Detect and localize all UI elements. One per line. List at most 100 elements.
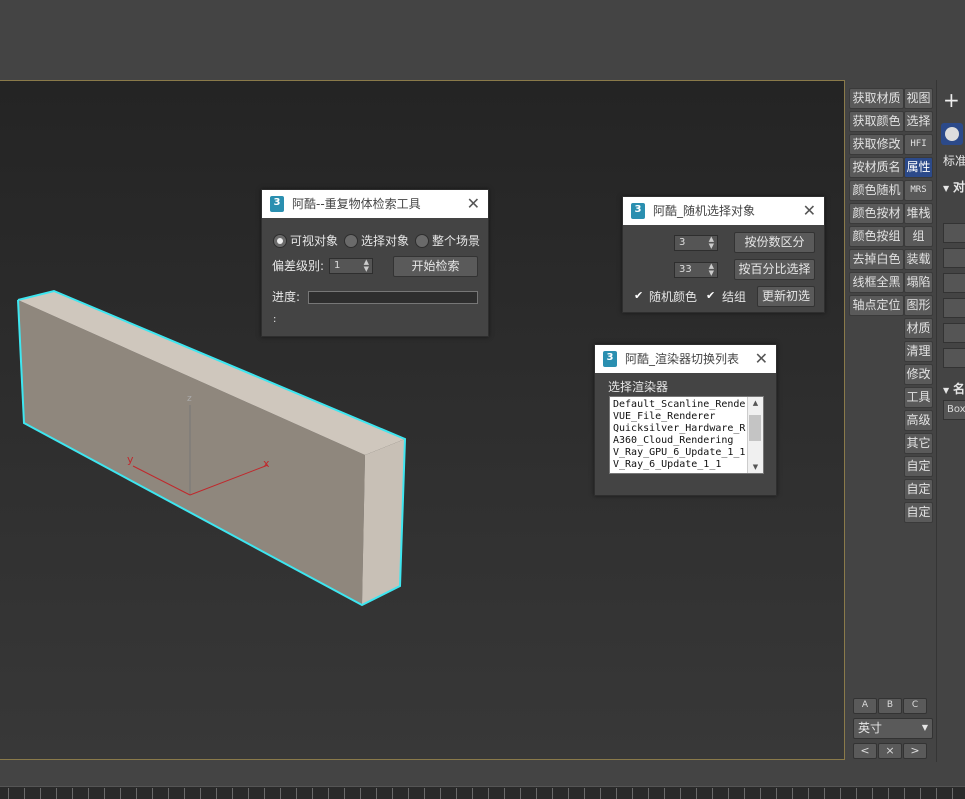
timeline-tick: [936, 788, 937, 799]
tab-custom-3[interactable]: 自定: [904, 502, 933, 523]
spinner-arrows-icon[interactable]: ▲ ▼: [709, 263, 714, 277]
tab-shape[interactable]: 图形: [904, 295, 933, 316]
command-panel-button-2[interactable]: [943, 248, 965, 268]
tab-advanced[interactable]: 高级: [904, 410, 933, 431]
group-checkbox[interactable]: ✔: [706, 290, 717, 301]
tab-hfi[interactable]: HFI: [904, 134, 933, 155]
rollout-object-type[interactable]: ▼ 对: [943, 178, 965, 195]
count-spinner[interactable]: 3 ▲ ▼: [674, 235, 718, 251]
timeline-tick: [232, 788, 233, 799]
status-text: :: [273, 314, 277, 325]
timeline-tick: [920, 788, 921, 799]
timeline-tick: [344, 788, 345, 799]
spinner-arrows-icon[interactable]: ▲ ▼: [709, 236, 714, 250]
scroll-thumb[interactable]: [749, 415, 761, 441]
dialog-title-bar[interactable]: 3 阿酷--重复物体检索工具 ✕: [262, 190, 488, 218]
geometry-sphere-icon[interactable]: [941, 123, 963, 145]
box-front-face[interactable]: [18, 300, 365, 605]
timeline-tick: [728, 788, 729, 799]
create-plus-icon[interactable]: +: [943, 88, 960, 112]
radio-whole-scene[interactable]: [415, 234, 429, 248]
select-by-percent-button[interactable]: 按百分比选择: [734, 259, 815, 280]
duplicate-search-dialog: 3 阿酷--重复物体检索工具 ✕ 可视对象 选择对象 整个场景 偏差级别: 1 …: [261, 189, 489, 337]
next-button[interactable]: >: [903, 743, 927, 759]
object-name-input[interactable]: Box: [943, 400, 965, 420]
get-color-button[interactable]: 获取颜色: [849, 111, 904, 132]
tolerance-spinner[interactable]: 1 ▲ ▼: [329, 258, 373, 274]
start-search-button[interactable]: 开始检索: [393, 256, 478, 277]
tab-collapse[interactable]: 塌陷: [904, 272, 933, 293]
percent-spinner[interactable]: 33 ▲ ▼: [674, 262, 718, 278]
radio-visible-objects[interactable]: [273, 234, 287, 248]
tab-load[interactable]: 装载: [904, 249, 933, 270]
timeline-tick: [360, 788, 361, 799]
timeline-ruler[interactable]: [0, 786, 965, 799]
close-all-button[interactable]: ×: [878, 743, 902, 759]
get-modifier-button[interactable]: 获取修改: [849, 134, 904, 155]
command-panel-button-3[interactable]: [943, 273, 965, 293]
gizmo-y-label: y: [127, 453, 134, 466]
command-panel-button-1[interactable]: [943, 223, 965, 243]
dialog-title-bar[interactable]: 3 阿酷_渲染器切换列表 ✕: [595, 345, 776, 373]
random-color-checkbox[interactable]: ✔: [634, 290, 645, 301]
unit-dropdown[interactable]: 英寸 ▼: [853, 718, 933, 739]
timeline-tick: [584, 788, 585, 799]
tab-properties[interactable]: 属性: [904, 157, 933, 178]
timeline-tick: [24, 788, 25, 799]
tab-stack[interactable]: 堆栈: [904, 203, 933, 224]
close-icon[interactable]: ✕: [467, 190, 480, 218]
pivot-position-button[interactable]: 轴点定位: [849, 295, 904, 316]
timeline-tick: [840, 788, 841, 799]
dialog-title-bar[interactable]: 3 阿酷_随机选择对象 ✕: [623, 197, 824, 225]
command-panel-button-5[interactable]: [943, 323, 965, 343]
standard-primitives-label[interactable]: 标准: [943, 152, 965, 169]
list-item[interactable]: A360_Cloud_Rendering: [613, 435, 733, 447]
rollout-object-type-label: 对: [952, 180, 965, 194]
command-panel-button-6[interactable]: [943, 348, 965, 368]
command-panel-button-4[interactable]: [943, 298, 965, 318]
listbox-scrollbar[interactable]: ▲ ▼: [747, 397, 763, 473]
close-icon[interactable]: ✕: [803, 197, 816, 225]
close-icon[interactable]: ✕: [755, 345, 768, 373]
list-item[interactable]: VUE_File_Renderer: [613, 411, 715, 423]
by-material-name-button[interactable]: 按材质名: [849, 157, 904, 178]
refresh-selection-button[interactable]: 更新初选: [757, 286, 815, 307]
list-item[interactable]: Quicksilver_Hardware_R: [613, 423, 745, 435]
tab-view[interactable]: 视图: [904, 88, 933, 109]
color-by-material-button[interactable]: 颜色按材: [849, 203, 904, 224]
list-item[interactable]: V_Ray_6_Update_1_1: [613, 459, 721, 471]
wireframe-black-button[interactable]: 线框全黑: [849, 272, 904, 293]
get-material-button[interactable]: 获取材质: [849, 88, 904, 109]
tab-modify[interactable]: 修改: [904, 364, 933, 385]
gizmo-x-label: x: [263, 457, 270, 470]
tab-custom-2[interactable]: 自定: [904, 479, 933, 500]
scroll-down-icon[interactable]: ▼: [748, 461, 763, 473]
tab-mrs[interactable]: MRS: [904, 180, 933, 201]
scroll-up-icon[interactable]: ▲: [748, 397, 763, 409]
prev-button[interactable]: <: [853, 743, 877, 759]
progress-label: 进度:: [272, 290, 301, 304]
preset-a-button[interactable]: A: [853, 698, 877, 714]
tab-other[interactable]: 其它: [904, 433, 933, 454]
rollout-name-color[interactable]: ▼ 名: [943, 380, 965, 397]
renderer-listbox[interactable]: Default_Scanline_Rende VUE_File_Renderer…: [609, 396, 764, 474]
random-color-button[interactable]: 颜色随机: [849, 180, 904, 201]
tab-tools[interactable]: 工具: [904, 387, 933, 408]
split-by-count-button[interactable]: 按份数区分: [734, 232, 815, 253]
tab-custom-1[interactable]: 自定: [904, 456, 933, 477]
preset-b-button[interactable]: B: [878, 698, 902, 714]
tab-select[interactable]: 选择: [904, 111, 933, 132]
remove-white-button[interactable]: 去掉白色: [849, 249, 904, 270]
tab-cleanup[interactable]: 清理: [904, 341, 933, 362]
timeline-tick: [104, 788, 105, 799]
status-area: [0, 762, 965, 786]
tab-group[interactable]: 组: [904, 226, 933, 247]
box-end-face[interactable]: [362, 439, 405, 605]
list-item[interactable]: V_Ray_GPU_6_Update_1_1: [613, 447, 745, 459]
preset-c-button[interactable]: C: [903, 698, 927, 714]
radio-selected-objects[interactable]: [344, 234, 358, 248]
list-item[interactable]: Default_Scanline_Rende: [613, 399, 745, 411]
spinner-arrows-icon[interactable]: ▲ ▼: [364, 259, 369, 273]
tab-material[interactable]: 材质: [904, 318, 933, 339]
color-by-group-button[interactable]: 颜色按组: [849, 226, 904, 247]
